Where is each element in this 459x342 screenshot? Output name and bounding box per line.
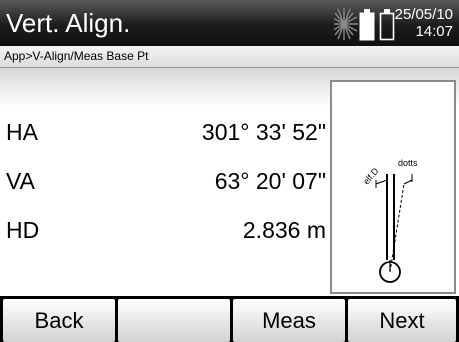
hd-value: 2.836 m bbox=[242, 217, 326, 243]
measurement-row-hd: HD 2.836 m bbox=[0, 212, 330, 248]
ha-value: 301° 33' 52" bbox=[201, 119, 326, 145]
breadcrumb-bar: App>V-Align/Meas Base Pt bbox=[0, 46, 459, 68]
va-label: VA bbox=[6, 168, 35, 194]
alignment-diagram-panel: elf.D dotts bbox=[330, 80, 456, 294]
measurement-row-va: VA 63° 20' 07" bbox=[0, 163, 330, 199]
laser-starburst-icon bbox=[334, 8, 358, 40]
date-time: 25/05/10 14:07 bbox=[395, 6, 453, 40]
date-label: 25/05/10 bbox=[394, 6, 453, 23]
hd-label: HD bbox=[6, 217, 40, 243]
diagram-label-right: dotts bbox=[398, 158, 418, 168]
ha-label: HA bbox=[6, 119, 38, 145]
empty-softkey[interactable] bbox=[118, 299, 230, 342]
va-value: 63° 20' 07" bbox=[214, 168, 326, 194]
meas-button[interactable]: Meas bbox=[233, 299, 345, 342]
main-panel: HA 301° 33' 52" VA 63° 20' 07" HD 2.836 … bbox=[0, 68, 459, 295]
title-bar: Vert. Align. 25/05/10 14:07 bbox=[0, 0, 459, 46]
alignment-diagram-icon bbox=[375, 174, 413, 283]
battery-left-icon bbox=[359, 9, 375, 41]
back-button[interactable]: Back bbox=[3, 299, 115, 342]
screen-title: Vert. Align. bbox=[6, 8, 131, 38]
time-label: 14:07 bbox=[415, 23, 453, 40]
breadcrumb: App>V-Align/Meas Base Pt bbox=[4, 49, 149, 63]
status-icons bbox=[334, 8, 395, 41]
softkey-bar: Back Meas Next bbox=[0, 296, 459, 342]
vertical-alignment-diagram: elf.D dotts bbox=[361, 158, 418, 283]
measurement-row-ha: HA 301° 33' 52" bbox=[0, 114, 330, 150]
next-button[interactable]: Next bbox=[348, 299, 456, 342]
battery-right-icon bbox=[379, 9, 395, 41]
